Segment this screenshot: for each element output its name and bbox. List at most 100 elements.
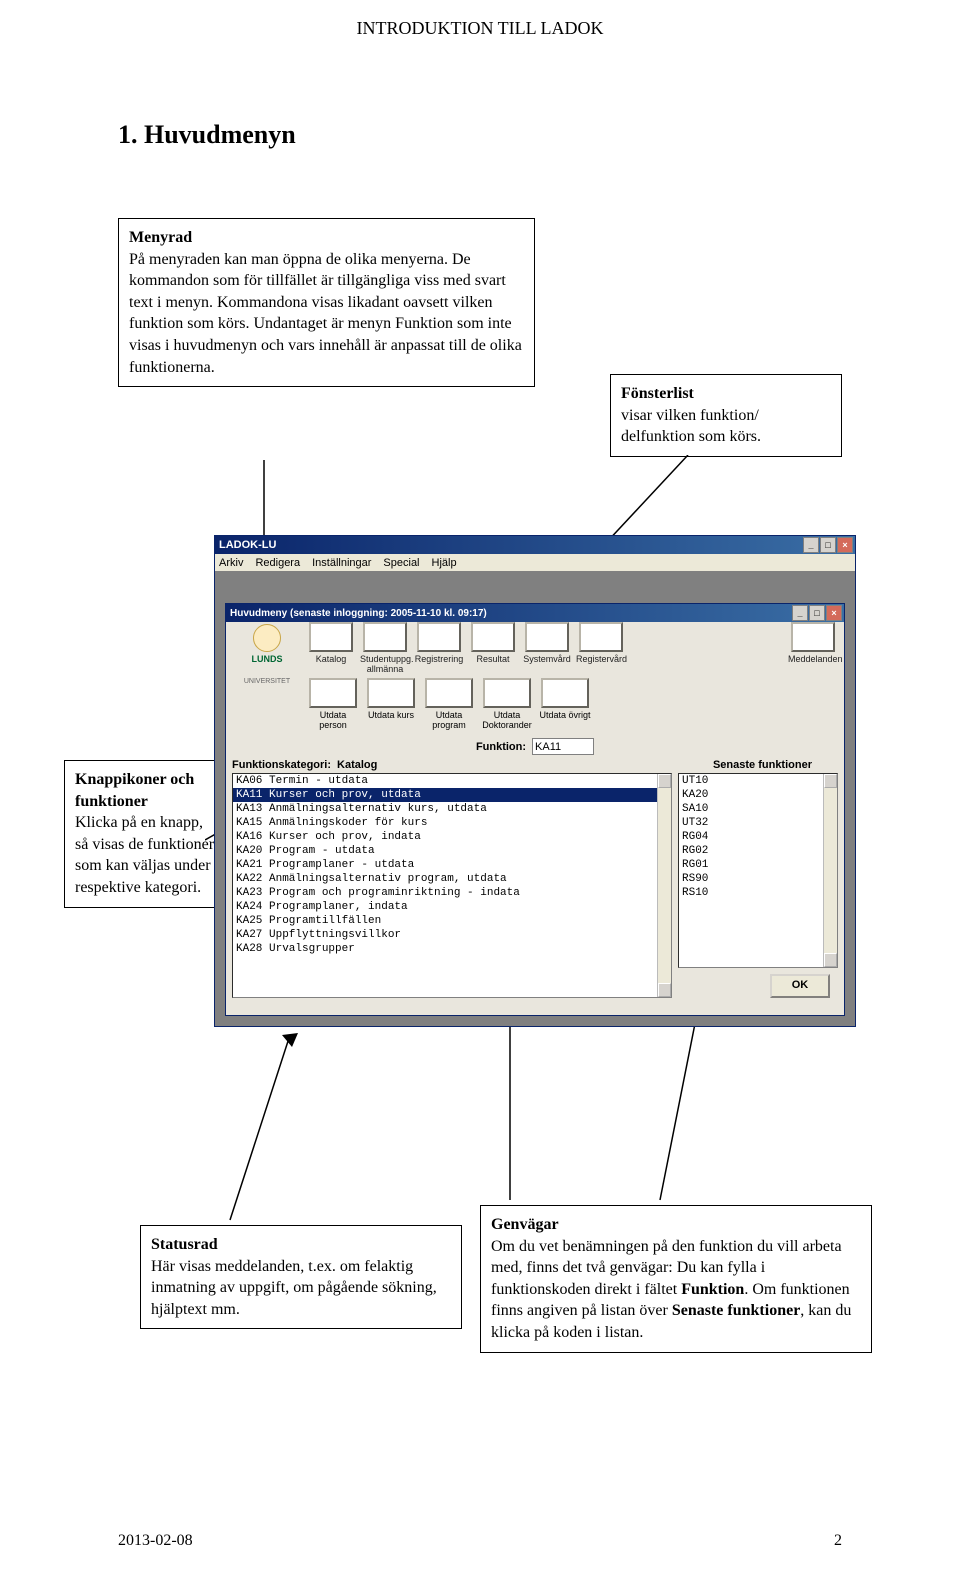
tool-utdata-person-label: Utdata person	[306, 710, 360, 730]
registervard-icon	[579, 622, 623, 652]
menu-special[interactable]: Special	[383, 557, 419, 569]
studentuppg-icon	[363, 622, 407, 652]
callout-menyrad-body: På menyraden kan man öppna de olika meny…	[129, 251, 522, 376]
lund-logo: LUNDS	[232, 622, 302, 666]
tool-registervard-label: Registervård	[576, 654, 626, 664]
function-listbox[interactable]: KA06 Termin - utdataKA11 Kurser och prov…	[232, 773, 672, 998]
callout-menyrad: Menyrad På menyraden kan man öppna de ol…	[118, 218, 535, 387]
katalog-icon	[309, 622, 353, 652]
callout-knapp-title: Knappikoner och funktioner	[75, 771, 194, 810]
meddelanden-icon	[791, 622, 835, 652]
tool-registrering[interactable]: Registrering	[414, 622, 464, 664]
registrering-icon	[417, 622, 461, 652]
function-list-scrollbar[interactable]	[657, 774, 671, 997]
close-button[interactable]: ×	[837, 537, 853, 553]
inner-minimize-button[interactable]: _	[792, 605, 808, 621]
callout-fonsterlist-title: Fönsterlist	[621, 385, 694, 402]
function-list-item[interactable]: KA20 Program - utdata	[233, 844, 671, 858]
lists-row: KA06 Termin - utdataKA11 Kurser och prov…	[226, 771, 844, 1000]
function-list-item[interactable]: KA06 Termin - utdata	[233, 774, 671, 788]
utdata-kurs-icon	[367, 678, 415, 708]
function-list-item[interactable]: KA24 Programplaner, indata	[233, 900, 671, 914]
utdata-ovrigt-icon	[541, 678, 589, 708]
lund-crest-icon	[253, 624, 281, 652]
function-list-item[interactable]: KA16 Kurser och prov, indata	[233, 830, 671, 844]
tool-utdata-program-label: Utdata program	[422, 710, 476, 730]
tool-katalog-label: Katalog	[306, 654, 356, 664]
tool-katalog[interactable]: Katalog	[306, 622, 356, 664]
callout-status-body: Här visas meddelanden, t.ex. om felaktig…	[151, 1258, 437, 1318]
function-list-item[interactable]: KA22 Anmälningsalternativ program, utdat…	[233, 872, 671, 886]
callout-knapp-body: Klicka på en knapp, så visas de funktion…	[75, 814, 214, 896]
inner-titlebar[interactable]: Huvudmeny (senaste inloggning: 2005-11-1…	[226, 604, 844, 622]
toolbar-row1: LUNDS Katalog Studentuppg. allmänna Regi…	[226, 622, 844, 678]
tool-registervard[interactable]: Registervård	[576, 622, 626, 664]
senaste-list-item[interactable]: RS90	[679, 872, 837, 886]
lund-text1: LUNDS	[252, 654, 283, 664]
menu-hjalp[interactable]: Hjälp	[432, 557, 457, 569]
tool-meddelanden[interactable]: Meddelanden	[788, 622, 838, 664]
tool-systemvard[interactable]: Systemvård	[522, 622, 572, 664]
ok-button[interactable]: OK	[770, 974, 830, 998]
menu-arkiv[interactable]: Arkiv	[219, 557, 243, 569]
utdata-program-icon	[425, 678, 473, 708]
senaste-list-item[interactable]: SA10	[679, 802, 837, 816]
callout-genvagar-body-b: Funktion	[681, 1281, 744, 1298]
tool-utdata-ovrigt[interactable]: Utdata övrigt	[538, 678, 592, 720]
callout-fonsterlist: Fönsterlist visar vilken funktion/ delfu…	[610, 374, 842, 457]
function-list-item[interactable]: KA13 Anmälningsalternativ kurs, utdata	[233, 802, 671, 816]
outer-titlebar[interactable]: LADOK-LU _ □ ×	[215, 536, 855, 554]
senaste-list-scrollbar[interactable]	[823, 774, 837, 967]
mdi-area: Huvudmeny (senaste inloggning: 2005-11-1…	[215, 571, 855, 1026]
callout-status: Statusrad Här visas meddelanden, t.ex. o…	[140, 1225, 462, 1329]
function-list-item[interactable]: KA21 Programplaner - utdata	[233, 858, 671, 872]
callout-status-title: Statusrad	[151, 1236, 218, 1253]
function-list-item[interactable]: KA27 Uppflyttningsvillkor	[233, 928, 671, 942]
senaste-listbox[interactable]: UT10KA20SA10UT32RG04RG02RG01RS90RS10	[678, 773, 838, 968]
senaste-list-item[interactable]: UT10	[679, 774, 837, 788]
resultat-icon	[471, 622, 515, 652]
function-list-item[interactable]: KA28 Urvalsgrupper	[233, 942, 671, 956]
tool-utdata-ovrigt-label: Utdata övrigt	[538, 710, 592, 720]
utdata-person-icon	[309, 678, 357, 708]
kategori-row: Funktionskategori: Katalog Senaste funkt…	[226, 759, 844, 771]
menubar: Arkiv Redigera Inställningar Special Hjä…	[215, 554, 855, 572]
footer-date: 2013-02-08	[118, 1532, 193, 1550]
senaste-list-item[interactable]: RG04	[679, 830, 837, 844]
senaste-list-item[interactable]: RS10	[679, 886, 837, 900]
arrow-status	[220, 1025, 300, 1225]
tool-utdata-doktorander[interactable]: Utdata Doktorander	[480, 678, 534, 730]
tool-meddelanden-label: Meddelanden	[788, 654, 838, 664]
tool-resultat[interactable]: Resultat	[468, 622, 518, 664]
function-list-item[interactable]: KA23 Program och programinriktning - ind…	[233, 886, 671, 900]
callout-knapp: Knappikoner och funktioner Klicka på en …	[64, 760, 226, 908]
app-title: LADOK-LU	[219, 539, 276, 551]
senaste-list-item[interactable]: RG01	[679, 858, 837, 872]
tool-utdata-program[interactable]: Utdata program	[422, 678, 476, 730]
utdata-doktorander-icon	[483, 678, 531, 708]
menu-installningar[interactable]: Inställningar	[312, 557, 371, 569]
menu-redigera[interactable]: Redigera	[255, 557, 300, 569]
kategori-value: Katalog	[337, 759, 377, 771]
tool-studentuppg-label: Studentuppg. allmänna	[360, 654, 410, 674]
minimize-button[interactable]: _	[803, 537, 819, 553]
tool-resultat-label: Resultat	[468, 654, 518, 664]
callout-genvagar: Genvägar Om du vet benämningen på den fu…	[480, 1205, 872, 1353]
inner-maximize-button[interactable]: □	[809, 605, 825, 621]
funktion-input[interactable]	[532, 738, 594, 755]
maximize-button[interactable]: □	[820, 537, 836, 553]
tool-registrering-label: Registrering	[414, 654, 464, 664]
funktion-row: Funktion:	[226, 734, 844, 759]
tool-utdata-kurs[interactable]: Utdata kurs	[364, 678, 418, 720]
inner-close-button[interactable]: ×	[826, 605, 842, 621]
function-list-item[interactable]: KA25 Programtillfällen	[233, 914, 671, 928]
tool-studentuppg[interactable]: Studentuppg. allmänna	[360, 622, 410, 674]
function-list-item[interactable]: KA11 Kurser och prov, utdata	[233, 788, 671, 802]
tool-systemvard-label: Systemvård	[522, 654, 572, 664]
lund-text2: UNIVERSITET	[232, 678, 302, 685]
tool-utdata-person[interactable]: Utdata person	[306, 678, 360, 730]
senaste-list-item[interactable]: RG02	[679, 844, 837, 858]
senaste-list-item[interactable]: KA20	[679, 788, 837, 802]
function-list-item[interactable]: KA15 Anmälningskoder för kurs	[233, 816, 671, 830]
senaste-list-item[interactable]: UT32	[679, 816, 837, 830]
